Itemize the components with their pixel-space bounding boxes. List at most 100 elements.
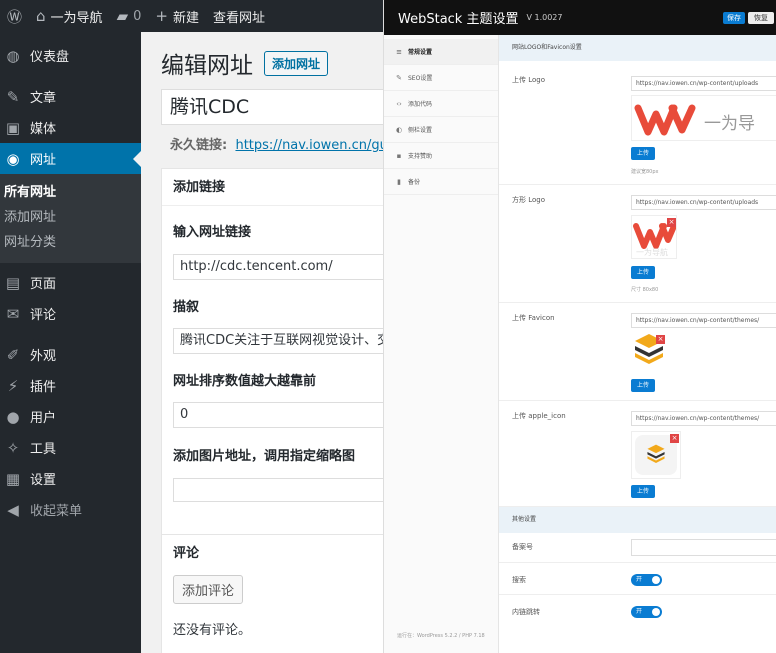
settings-header: WebStack 主题设置 V 1.0027 保存 恢复 bbox=[384, 0, 776, 35]
image-label: 添加图片地址，调用指定缩略图 bbox=[173, 449, 356, 464]
search-toggle[interactable]: 开 bbox=[631, 574, 662, 586]
dashboard-icon: ◍ bbox=[6, 46, 20, 65]
submenu-add-site[interactable]: 添加网址 bbox=[0, 205, 141, 230]
menu-item-settings[interactable]: ▦ 设置 bbox=[0, 463, 141, 494]
menu-label: 工具 bbox=[30, 442, 57, 457]
add-comment-button[interactable]: 添加评论 bbox=[173, 575, 244, 604]
wordpress-panel: Ⓦ ⌂ 一为导航 ▰ 0 + 新建 查看网址 ◍ 仪表盘 ✎ 文章 ▣ 媒体 ◉… bbox=[0, 0, 383, 653]
menu-label: 收起菜单 bbox=[30, 504, 83, 519]
nav-label: SEO设置 bbox=[408, 75, 433, 82]
menu-item-comments[interactable]: ✉ 评论 bbox=[0, 298, 141, 329]
url-input[interactable]: http://cdc.tencent.com/ bbox=[173, 254, 383, 280]
square-logo-hint: 尺寸 80x80 bbox=[631, 287, 659, 293]
add-link-metabox: 添加链接 输入网址链接 http://cdc.tencent.com/ 描叙 腾… bbox=[161, 168, 383, 548]
menu-item-dashboard[interactable]: ◍ 仪表盘 bbox=[0, 40, 141, 71]
nav-code[interactable]: ‹› 添加代码 bbox=[384, 91, 498, 117]
submenu-site-categories[interactable]: 网址分类 bbox=[0, 230, 141, 255]
remove-icon[interactable]: × bbox=[667, 218, 676, 227]
brand-logo-icon bbox=[634, 104, 696, 136]
settings-icon: ▦ bbox=[5, 469, 21, 488]
nav-label: 支持赞助 bbox=[408, 153, 433, 160]
version-label: V 1.0027 bbox=[526, 13, 563, 22]
menu-item-posts[interactable]: ✎ 文章 bbox=[0, 81, 141, 112]
permalink-url[interactable]: https://nav.iowen.cn/guide/t bbox=[235, 138, 383, 153]
favicon-upload-button[interactable]: 上传 bbox=[631, 379, 655, 392]
logo-url-input[interactable]: https://nav.iowen.cn/wp-content/uploads bbox=[631, 76, 776, 91]
section-logo-title: 网站LOGO和Favicon设置 bbox=[499, 35, 776, 61]
logo-row: 上传 Logo https://nav.iowen.cn/wp-content/… bbox=[499, 61, 776, 185]
pen-icon: ✎ bbox=[396, 73, 402, 82]
nav-general[interactable]: ≡ 常规设置 bbox=[384, 39, 498, 65]
comment-count: 0 bbox=[133, 8, 142, 24]
redirect-toggle[interactable]: 开 bbox=[631, 606, 662, 618]
menu-item-sites[interactable]: ◉ 网址 bbox=[0, 143, 141, 174]
nav-seo[interactable]: ✎ SEO设置 bbox=[384, 65, 498, 91]
description-label: 描叙 bbox=[173, 300, 200, 315]
wrench-icon: ✧ bbox=[6, 438, 20, 457]
order-label: 网址排序数值越大越靠前 bbox=[173, 374, 317, 389]
apple-icon-upload-button[interactable]: 上传 bbox=[631, 485, 655, 498]
metabox-title[interactable]: 添加链接 bbox=[162, 169, 383, 206]
remove-icon[interactable]: × bbox=[656, 335, 665, 344]
nav-donate[interactable]: ▪ 支持赞助 bbox=[384, 143, 498, 169]
section-other-title: 其他设置 bbox=[499, 507, 776, 533]
view-site-link[interactable]: 查看网址 bbox=[206, 0, 272, 32]
submenu-all-sites[interactable]: 所有网址 bbox=[0, 180, 141, 205]
redirect-toggle-text: 开 bbox=[636, 608, 643, 615]
menu-label: 用户 bbox=[30, 411, 57, 426]
nav-label: 添加代码 bbox=[408, 101, 433, 108]
reset-button[interactable]: 恢复 bbox=[748, 12, 774, 24]
user-icon: ● bbox=[6, 407, 20, 426]
comments-title[interactable]: 评论 bbox=[162, 535, 383, 572]
menu-item-plugins[interactable]: ⚡ 插件 bbox=[0, 370, 141, 401]
nav-label: 侧栏设置 bbox=[408, 127, 433, 134]
menu-collapse[interactable]: ◀ 收起菜单 bbox=[0, 494, 141, 525]
square-logo-url-input[interactable]: https://nav.iowen.cn/wp-content/uploads bbox=[631, 195, 776, 210]
no-comments-text: 还没有评论。 bbox=[173, 623, 252, 638]
nav-sidebar[interactable]: ◐ 侧栏设置 bbox=[384, 117, 498, 143]
media-icon: ▣ bbox=[5, 118, 21, 137]
record-row: 备案号 bbox=[499, 533, 776, 563]
page-title: 编辑网址 bbox=[161, 53, 253, 79]
webstack-settings-panel: WebStack 主题设置 V 1.0027 保存 恢复 ≡ 常规设置 ✎ SEO设… bbox=[383, 0, 776, 653]
site-name-link[interactable]: ⌂ 一为导航 bbox=[29, 0, 110, 32]
favicon-preview: × bbox=[631, 333, 667, 369]
add-site-button[interactable]: 添加网址 bbox=[264, 50, 329, 76]
logo-preview: 一为导 bbox=[631, 95, 776, 141]
description-input[interactable]: 腾讯CDC关注于互联网视觉设计、交 bbox=[173, 328, 383, 354]
page-icon: ▤ bbox=[5, 273, 21, 292]
save-button[interactable]: 保存 bbox=[723, 12, 745, 24]
nav-backup[interactable]: ▮ 备份 bbox=[384, 169, 498, 195]
logo-preview-text: 一为导 bbox=[704, 114, 755, 134]
square-logo-row: 方形 Logo https://nav.iowen.cn/wp-content/… bbox=[499, 185, 776, 303]
record-input[interactable] bbox=[631, 539, 776, 556]
new-content-link[interactable]: + 新建 bbox=[148, 0, 206, 32]
url-label: 输入网址链接 bbox=[173, 225, 252, 240]
menu-item-pages[interactable]: ▤ 页面 bbox=[0, 267, 141, 298]
comments-metabox: 评论 添加评论 还没有评论。 bbox=[161, 534, 383, 653]
menu-item-users[interactable]: ● 用户 bbox=[0, 401, 141, 432]
wordpress-logo-icon[interactable]: Ⓦ bbox=[0, 0, 29, 32]
menu-item-tools[interactable]: ✧ 工具 bbox=[0, 432, 141, 463]
menu-label: 网址 bbox=[30, 153, 57, 168]
settings-main: 网站LOGO和Favicon设置 上传 Logo https://nav.iow… bbox=[499, 35, 776, 653]
square-logo-upload-button[interactable]: 上传 bbox=[631, 266, 655, 279]
sidebar-icon: ◐ bbox=[395, 125, 403, 134]
menu-item-appearance[interactable]: ✐ 外观 bbox=[0, 339, 141, 370]
square-logo-label: 方形 Logo bbox=[512, 196, 546, 204]
logo-upload-button[interactable]: 上传 bbox=[631, 147, 655, 160]
comments-link[interactable]: ▰ 0 bbox=[110, 0, 149, 32]
favicon-url-input[interactable]: https://nav.iowen.cn/wp-content/themes/ bbox=[631, 313, 776, 328]
apple-icon-label: 上传 apple_icon bbox=[512, 412, 566, 420]
search-toggle-text: 开 bbox=[636, 576, 643, 583]
redirect-label: 内链跳转 bbox=[512, 608, 540, 616]
menu-item-media[interactable]: ▣ 媒体 bbox=[0, 112, 141, 143]
comment-bubble-icon: ▰ bbox=[116, 7, 129, 25]
order-input[interactable]: 0 bbox=[173, 402, 383, 428]
apple-icon-url-input[interactable]: https://nav.iowen.cn/wp-content/themes/ bbox=[631, 411, 776, 426]
brush-icon: ✐ bbox=[6, 345, 20, 364]
post-title-input[interactable]: 腾讯CDC bbox=[161, 89, 383, 125]
remove-icon[interactable]: × bbox=[670, 434, 679, 443]
image-url-input[interactable] bbox=[173, 478, 383, 502]
search-label: 搜索 bbox=[512, 576, 526, 584]
